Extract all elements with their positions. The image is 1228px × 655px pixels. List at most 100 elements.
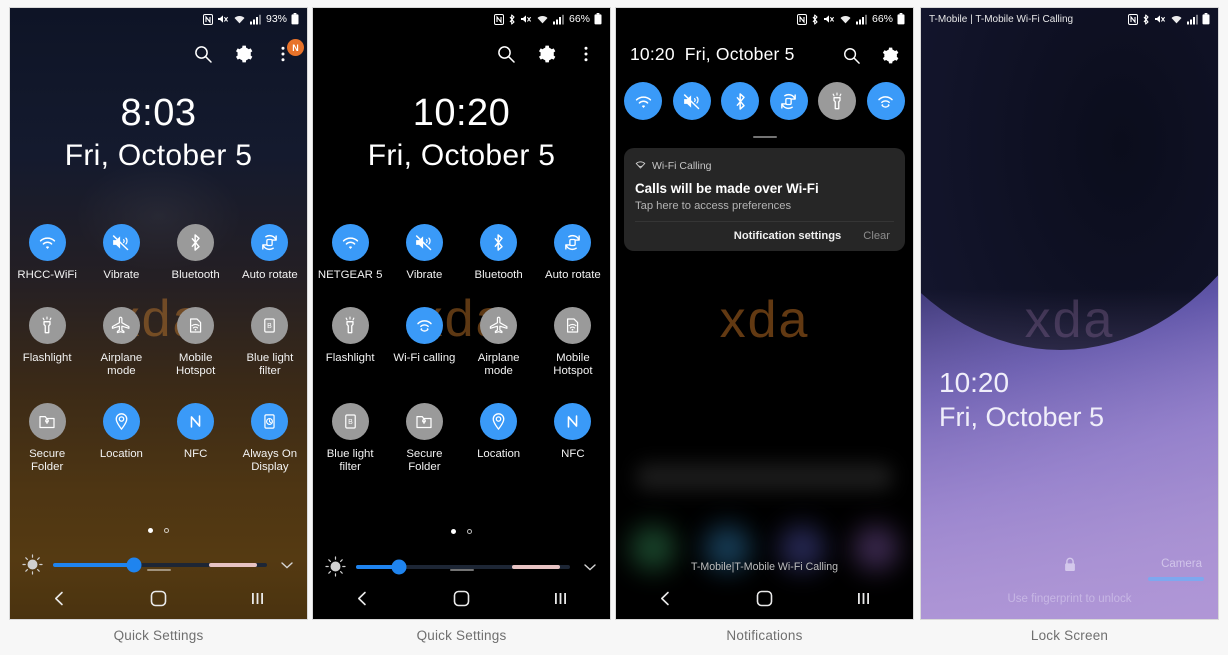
header-date: Fri, October 5 bbox=[684, 44, 795, 64]
quick-settings-tile[interactable]: Mobile Hotspot bbox=[159, 306, 233, 379]
quick-settings-top-actions: N bbox=[193, 39, 304, 66]
auto-rotate-icon bbox=[251, 224, 289, 261]
tile-label: NFC bbox=[561, 447, 585, 460]
battery-percent: 93% bbox=[265, 13, 287, 25]
quick-toggle[interactable] bbox=[672, 82, 712, 120]
search-icon[interactable] bbox=[842, 46, 861, 70]
quick-settings-tile[interactable]: Flashlight bbox=[313, 306, 387, 379]
camera-shortcut-label[interactable]: Camera bbox=[1161, 558, 1202, 570]
overflow-menu-icon[interactable] bbox=[576, 44, 598, 66]
quick-settings-tile[interactable]: Mobile Hotspot bbox=[536, 306, 610, 379]
home-icon[interactable] bbox=[715, 589, 814, 608]
quick-settings-tile[interactable]: NFC bbox=[159, 402, 233, 475]
gear-icon[interactable] bbox=[233, 44, 255, 66]
page-dot-active[interactable] bbox=[451, 529, 456, 534]
quick-settings-tile[interactable]: NETGEAR 5 bbox=[313, 224, 387, 283]
quick-settings-tile[interactable]: Bluetooth bbox=[159, 224, 233, 283]
chevron-down-icon[interactable] bbox=[279, 557, 295, 573]
tile-label: Mobile Hotspot bbox=[175, 351, 216, 378]
quick-settings-tile[interactable]: NFC bbox=[536, 402, 610, 475]
back-icon[interactable] bbox=[616, 590, 715, 607]
camera-shortcut-handle[interactable] bbox=[1148, 577, 1204, 581]
back-icon[interactable] bbox=[10, 590, 109, 607]
notification-settings-button[interactable]: Notification settings bbox=[734, 230, 842, 242]
phone-panel-quick-settings-2: xda 66% 10:20 Fri, October 5 NETGEAR 5 Vi… bbox=[313, 8, 610, 619]
quick-settings-tile[interactable]: Vibrate bbox=[387, 224, 461, 283]
quick-settings-tile-grid: NETGEAR 5 Vibrate Bluetooth Auto rotate Flas… bbox=[313, 224, 610, 499]
gear-icon[interactable] bbox=[880, 46, 899, 70]
drag-handle[interactable] bbox=[752, 136, 777, 138]
quick-settings-tile[interactable]: Bluetooth bbox=[462, 224, 536, 283]
quick-settings-tile[interactable]: Flashlight bbox=[10, 306, 84, 379]
drag-handle[interactable] bbox=[146, 569, 171, 571]
tile-label: Location bbox=[99, 447, 143, 460]
quick-settings-tile[interactable]: Auto rotate bbox=[233, 224, 307, 283]
quick-settings-tile[interactable]: Wi-Fi calling bbox=[387, 306, 461, 379]
recents-icon[interactable] bbox=[208, 590, 307, 607]
battery-icon bbox=[1202, 13, 1210, 25]
quick-toggle-row bbox=[624, 82, 905, 120]
quick-settings-tile[interactable]: Location bbox=[84, 402, 158, 475]
signal-icon bbox=[1187, 14, 1198, 25]
page-dot[interactable] bbox=[164, 528, 169, 533]
battery-icon bbox=[897, 13, 905, 25]
nfc-icon bbox=[202, 13, 213, 25]
vibrate-icon bbox=[672, 82, 711, 120]
home-icon[interactable] bbox=[412, 589, 511, 608]
quick-toggle[interactable] bbox=[866, 82, 906, 120]
chevron-down-icon[interactable] bbox=[582, 559, 598, 575]
quick-settings-tile[interactable]: Airplane mode bbox=[462, 306, 536, 379]
quick-toggle[interactable] bbox=[624, 82, 663, 120]
search-icon[interactable] bbox=[193, 44, 215, 66]
quick-settings-tile[interactable]: Secure Folder bbox=[10, 402, 84, 475]
brightness-knob[interactable] bbox=[126, 557, 142, 572]
notification-panel-header: 10:20 Fri, October 5 bbox=[630, 44, 795, 65]
recents-icon[interactable] bbox=[511, 590, 610, 607]
svg-text:B: B bbox=[348, 419, 353, 426]
back-icon[interactable] bbox=[313, 590, 412, 607]
quick-settings-tile[interactable]: Secure Folder bbox=[387, 402, 461, 475]
quick-toggle[interactable] bbox=[769, 82, 809, 120]
quick-toggle[interactable] bbox=[818, 82, 857, 120]
notification-card[interactable]: Wi-Fi Calling Calls will be made over Wi… bbox=[624, 148, 905, 251]
auto-rotate-icon bbox=[769, 82, 808, 120]
auto-rotate-icon bbox=[554, 224, 592, 261]
brightness-slider-row[interactable] bbox=[325, 556, 598, 577]
quick-settings-tile[interactable]: Vibrate bbox=[84, 224, 158, 283]
quick-settings-tile[interactable]: B Blue light filter bbox=[233, 306, 307, 379]
tile-label: NETGEAR 5 bbox=[317, 269, 383, 281]
battery-percent: 66% bbox=[871, 13, 893, 25]
quick-settings-tile[interactable]: Auto rotate bbox=[536, 224, 610, 283]
brightness-knob[interactable] bbox=[391, 559, 407, 574]
brightness-track[interactable] bbox=[356, 559, 570, 574]
overflow-menu-icon[interactable]: N bbox=[273, 39, 304, 66]
brightness-track[interactable] bbox=[53, 557, 267, 572]
unlock-hint: Use fingerprint to unlock bbox=[1007, 593, 1132, 605]
home-icon[interactable] bbox=[109, 589, 208, 608]
quick-settings-tile[interactable]: Location bbox=[462, 402, 536, 475]
quick-settings-tile[interactable]: RHCC-WiFi bbox=[10, 224, 84, 283]
quick-settings-tile[interactable]: Airplane mode bbox=[84, 306, 158, 379]
search-icon[interactable] bbox=[496, 44, 518, 66]
clear-button[interactable]: Clear bbox=[863, 230, 890, 242]
notification-subtitle: Tap here to access preferences bbox=[635, 200, 792, 212]
signal-icon bbox=[552, 14, 564, 25]
quick-settings-tile[interactable]: Always On Display bbox=[233, 402, 307, 475]
quick-toggle[interactable] bbox=[721, 82, 760, 120]
brightness-slider-row[interactable] bbox=[22, 554, 295, 575]
clock-time: 8:03 bbox=[120, 92, 197, 134]
panel-caption: Quick Settings bbox=[416, 628, 507, 643]
page-dot-active[interactable] bbox=[148, 528, 153, 533]
lock-icon bbox=[1063, 557, 1076, 578]
brightness-icon bbox=[325, 556, 346, 577]
quick-settings-tile-grid: RHCC-WiFi Vibrate Bluetooth Auto rotate Flas… bbox=[10, 224, 307, 499]
page-dot[interactable] bbox=[467, 529, 472, 534]
drag-handle[interactable] bbox=[449, 569, 474, 571]
recents-icon[interactable] bbox=[814, 590, 913, 607]
quick-settings-tile[interactable]: B Blue light filter bbox=[313, 402, 387, 475]
brightness-marker bbox=[209, 562, 257, 567]
tile-row: RHCC-WiFi Vibrate Bluetooth Auto rotate bbox=[10, 224, 307, 283]
tile-label: Blue light filter bbox=[246, 351, 294, 378]
gear-icon[interactable] bbox=[536, 44, 558, 66]
tile-label: Vibrate bbox=[103, 269, 140, 281]
